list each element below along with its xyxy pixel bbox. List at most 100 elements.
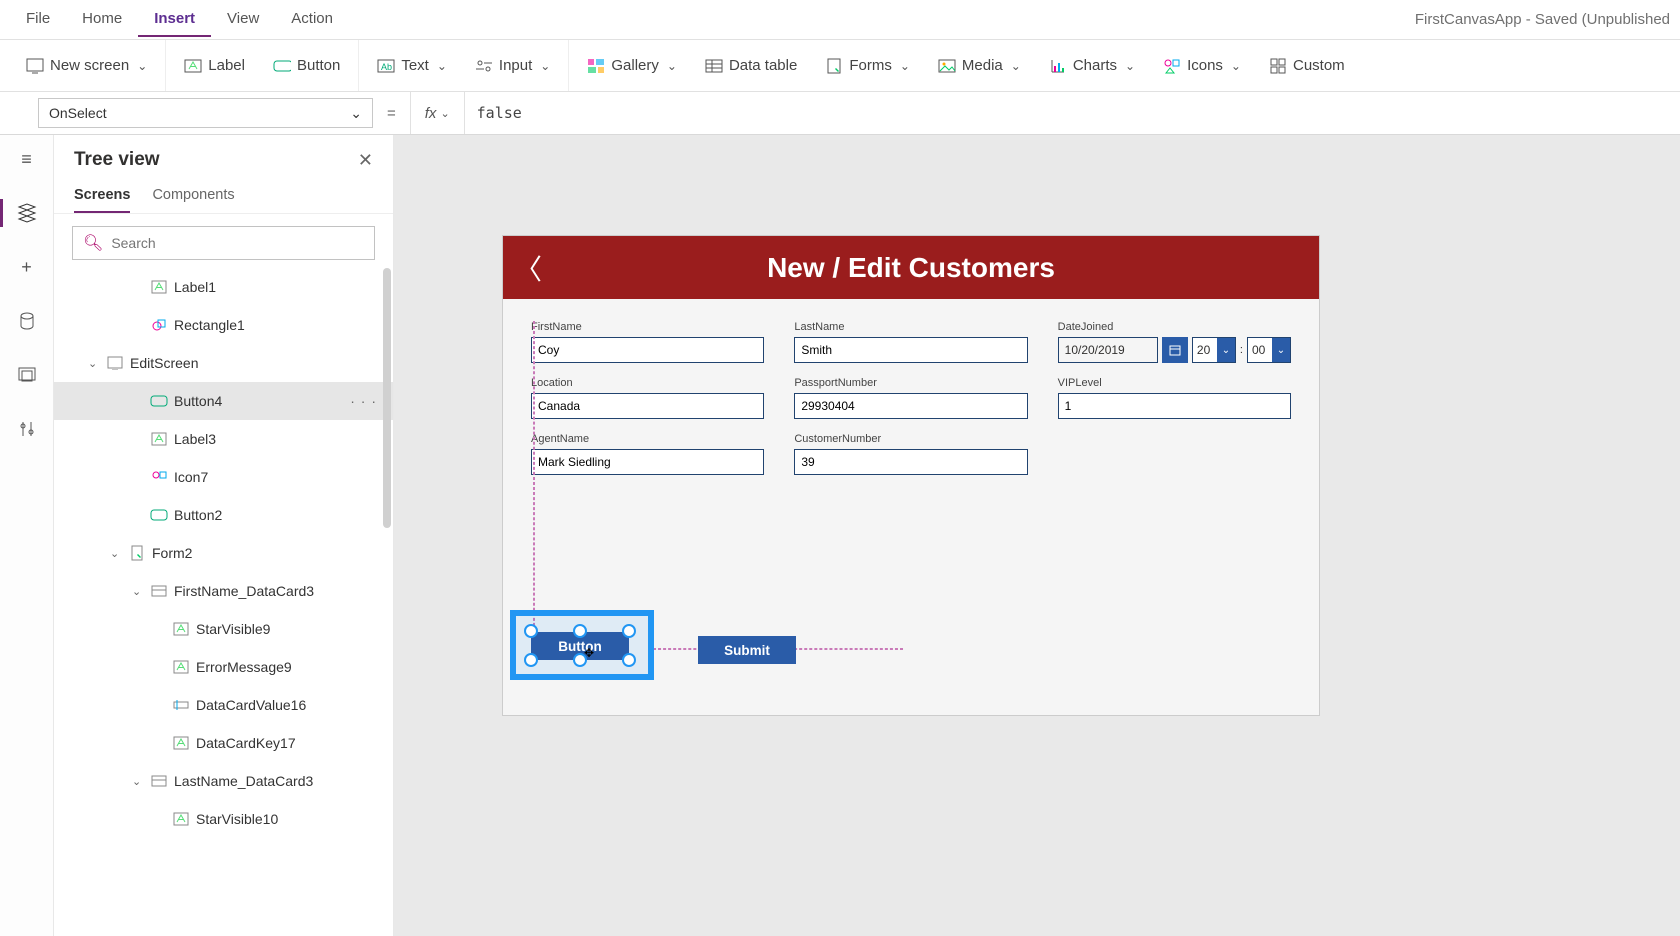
button-button[interactable]: Button bbox=[267, 51, 346, 81]
menu-home[interactable]: Home bbox=[66, 2, 138, 37]
svg-text:Ab: Ab bbox=[381, 62, 392, 72]
left-rail: ≡ + bbox=[0, 135, 54, 936]
lastname-input[interactable] bbox=[794, 337, 1027, 363]
forms-icon bbox=[825, 57, 843, 75]
gallery-icon bbox=[587, 57, 605, 75]
hamburger-icon[interactable]: ≡ bbox=[15, 147, 39, 171]
close-icon[interactable]: ✕ bbox=[358, 150, 373, 171]
custom-button[interactable]: Custom bbox=[1263, 51, 1351, 81]
tree-node-datacardvalue16[interactable]: DataCardValue16 bbox=[54, 686, 393, 724]
tab-screens[interactable]: Screens bbox=[74, 187, 130, 213]
shape-icon bbox=[150, 316, 168, 334]
location-input[interactable] bbox=[531, 393, 764, 419]
tree: Label1Rectangle1⌄EditScreenButton4· · · L… bbox=[54, 268, 393, 936]
tree-node-form2[interactable]: ⌄Form2 bbox=[54, 534, 393, 572]
tree-node-errormessage9[interactable]: ErrorMessage9 bbox=[54, 648, 393, 686]
icons-button[interactable]: Icons bbox=[1157, 51, 1247, 81]
field-lastname: LastName bbox=[794, 321, 1027, 363]
tree-node-starvisible10[interactable]: StarVisible10 bbox=[54, 800, 393, 838]
new-screen-label: New screen bbox=[50, 57, 129, 74]
text-button[interactable]: Ab Text bbox=[371, 51, 453, 81]
hour-select[interactable]: 20⌄ bbox=[1192, 337, 1236, 363]
search-input[interactable]: 🔍︎ bbox=[72, 226, 375, 260]
resize-handle[interactable] bbox=[573, 624, 587, 638]
media-icon bbox=[938, 57, 956, 75]
tree-node-button4[interactable]: Button4· · · bbox=[54, 382, 393, 420]
field-firstname: FirstName bbox=[531, 321, 764, 363]
location-label: Location bbox=[531, 377, 764, 389]
firstname-input[interactable] bbox=[531, 337, 764, 363]
media-rail-icon[interactable] bbox=[15, 363, 39, 387]
submit-button[interactable]: Submit bbox=[698, 636, 796, 664]
selection-box[interactable]: Button ✥ bbox=[510, 610, 654, 680]
viplevel-label: VIPLevel bbox=[1058, 377, 1291, 389]
passportnumber-input[interactable] bbox=[794, 393, 1027, 419]
tree-node-label: DataCardKey17 bbox=[196, 735, 296, 751]
tree-node-label: DataCardValue16 bbox=[196, 697, 306, 713]
input-icon bbox=[172, 696, 190, 714]
text-icon: Ab bbox=[377, 57, 395, 75]
date-input[interactable]: 10/20/2019 bbox=[1058, 337, 1158, 363]
data-icon[interactable] bbox=[15, 309, 39, 333]
menu-file[interactable]: File bbox=[10, 2, 66, 37]
tree-node-rectangle1[interactable]: Rectangle1 bbox=[54, 306, 393, 344]
data-table-button[interactable]: Data table bbox=[699, 51, 803, 81]
calendar-icon[interactable] bbox=[1162, 337, 1188, 363]
label-button-label: Label bbox=[208, 57, 245, 74]
menu-action[interactable]: Action bbox=[275, 2, 349, 37]
form: FirstName LastName DateJoined 10/20/2019… bbox=[503, 299, 1319, 505]
viplevel-input[interactable] bbox=[1058, 393, 1291, 419]
fx-button[interactable]: fx ⌄ bbox=[411, 105, 464, 122]
tree-node-lastname_datacard3[interactable]: ⌄LastName_DataCard3 bbox=[54, 762, 393, 800]
tab-components[interactable]: Components bbox=[152, 187, 234, 213]
scrollbar-thumb[interactable] bbox=[383, 268, 391, 528]
label-icon bbox=[172, 658, 190, 676]
add-icon[interactable]: + bbox=[15, 255, 39, 279]
tree-node-label: ErrorMessage9 bbox=[196, 659, 292, 675]
tree-node-icon7[interactable]: Icon7 bbox=[54, 458, 393, 496]
resize-handle[interactable] bbox=[524, 653, 538, 667]
button-icon bbox=[150, 392, 168, 410]
resize-handle[interactable] bbox=[622, 624, 636, 638]
label-icon bbox=[150, 278, 168, 296]
chevron-down-icon: ⌄ bbox=[440, 107, 449, 120]
property-selector[interactable]: OnSelect ⌄ bbox=[38, 98, 373, 128]
app-header: 〈 New / Edit Customers bbox=[503, 236, 1319, 299]
button-icon bbox=[273, 57, 291, 75]
menu-view[interactable]: View bbox=[211, 2, 275, 37]
tree-node-datacardkey17[interactable]: DataCardKey17 bbox=[54, 724, 393, 762]
forms-button[interactable]: Forms bbox=[819, 51, 916, 81]
charts-button[interactable]: Charts bbox=[1043, 51, 1141, 81]
gallery-button[interactable]: Gallery bbox=[581, 51, 683, 81]
tree-node-label: Label3 bbox=[174, 431, 216, 447]
tree-node-editscreen[interactable]: ⌄EditScreen bbox=[54, 344, 393, 382]
tree-node-button2[interactable]: Button2 bbox=[54, 496, 393, 534]
tree-view-icon[interactable] bbox=[15, 201, 39, 225]
agentname-input[interactable] bbox=[531, 449, 764, 475]
canvas[interactable]: 〈 New / Edit Customers FirstName LastNam… bbox=[394, 135, 1680, 936]
tree-node-label3[interactable]: Label3 bbox=[54, 420, 393, 458]
tree-node-starvisible9[interactable]: StarVisible9 bbox=[54, 610, 393, 648]
minute-select[interactable]: 00⌄ bbox=[1247, 337, 1291, 363]
back-icon[interactable]: 〈 bbox=[503, 248, 553, 288]
tree-node-label1[interactable]: Label1 bbox=[54, 268, 393, 306]
ribbon: New screen Label Button Ab Text Input Ga… bbox=[0, 40, 1680, 92]
formula-input[interactable]: false bbox=[465, 104, 1680, 122]
label-button[interactable]: Label bbox=[178, 51, 251, 81]
customernumber-input[interactable] bbox=[794, 449, 1027, 475]
search-field[interactable] bbox=[111, 235, 364, 251]
resize-handle[interactable] bbox=[622, 653, 636, 667]
new-screen-button[interactable]: New screen bbox=[20, 51, 153, 81]
media-button[interactable]: Media bbox=[932, 51, 1027, 81]
media-button-label: Media bbox=[962, 57, 1003, 74]
tools-icon[interactable] bbox=[15, 417, 39, 441]
more-icon[interactable]: · · · bbox=[350, 393, 377, 409]
table-icon bbox=[705, 57, 723, 75]
tree-node-firstname_datacard3[interactable]: ⌄FirstName_DataCard3 bbox=[54, 572, 393, 610]
chevron-down-icon bbox=[1009, 57, 1021, 74]
menu-insert[interactable]: Insert bbox=[138, 2, 211, 37]
resize-handle[interactable] bbox=[524, 624, 538, 638]
form-icon bbox=[128, 544, 146, 562]
input-button[interactable]: Input bbox=[469, 51, 556, 81]
icons-icon bbox=[1163, 57, 1181, 75]
